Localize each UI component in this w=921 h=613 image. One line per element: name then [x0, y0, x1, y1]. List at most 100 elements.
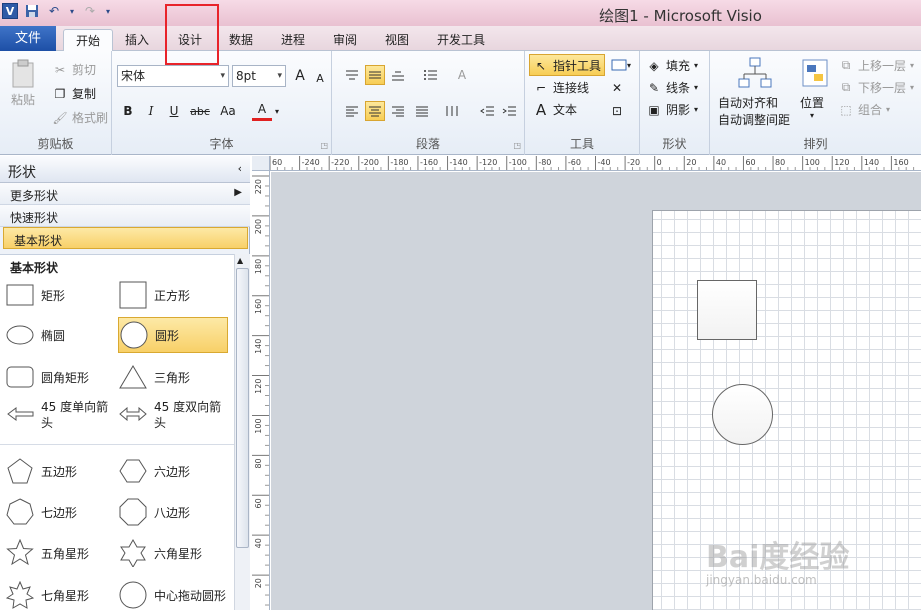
- scrollbar-thumb[interactable]: [236, 268, 249, 548]
- connector-button[interactable]: ⌐ 连接线: [533, 79, 589, 96]
- stencil-scrollbar[interactable]: ▲: [234, 254, 250, 610]
- align-bottom-icon[interactable]: [388, 65, 408, 85]
- canvas-square-shape[interactable]: [697, 280, 757, 340]
- position-label: 位置: [800, 96, 825, 110]
- align-top-icon[interactable]: [342, 65, 362, 85]
- more-shapes-item[interactable]: 更多形状 ▶: [0, 183, 250, 205]
- justify-icon[interactable]: [412, 101, 432, 121]
- italic-button[interactable]: I: [141, 101, 161, 121]
- auto-align-button[interactable]: 自动对齐和: [718, 94, 778, 111]
- tab-data[interactable]: 数据: [217, 29, 265, 51]
- align-center-icon[interactable]: [365, 101, 385, 121]
- connection-point-icon[interactable]: ✕: [607, 78, 627, 98]
- shape-item-octagon[interactable]: 八边形: [118, 494, 228, 530]
- bring-forward-icon: ⧉: [841, 58, 851, 72]
- shape-item-rounded-rectangle[interactable]: 圆角矩形: [5, 359, 115, 395]
- shapes-panel-title: 形状: [8, 165, 36, 181]
- crop-icon[interactable]: ⊡: [607, 101, 627, 121]
- paste-button[interactable]: 粘贴: [10, 59, 36, 108]
- position-button[interactable]: 位置 ▾: [800, 94, 824, 120]
- tab-insert[interactable]: 插入: [113, 29, 161, 51]
- shape-item-hexagon[interactable]: 六边形: [118, 453, 228, 489]
- change-case-button[interactable]: Aa: [215, 101, 241, 121]
- hexagon-icon: [118, 456, 148, 486]
- basic-shapes-item[interactable]: 基本形状: [3, 227, 248, 249]
- ruler-label: -240: [302, 158, 320, 167]
- align-left-icon[interactable]: [342, 101, 362, 121]
- cut-button[interactable]: ✂ 剪切: [52, 61, 96, 78]
- dialog-launcher-icon[interactable]: ◳: [513, 141, 521, 150]
- chevron-down-icon[interactable]: ▾: [272, 101, 282, 121]
- format-painter-button[interactable]: 🖌 格式刷: [52, 109, 108, 126]
- shape-item-pentagon[interactable]: 五边形: [5, 453, 115, 489]
- shape-item-label: 七边形: [41, 505, 78, 520]
- grow-font-icon[interactable]: A: [290, 66, 310, 86]
- group-button[interactable]: ⬚ 组合 ▾: [838, 101, 890, 118]
- strikethrough-button[interactable]: abc: [188, 101, 212, 121]
- tools-group-label: 工具: [569, 137, 594, 151]
- scroll-up-icon[interactable]: ▲: [237, 256, 243, 265]
- quick-shapes-item[interactable]: 快速形状: [0, 205, 250, 227]
- increase-indent-icon[interactable]: [499, 101, 519, 121]
- ruler-label: 60: [745, 158, 755, 167]
- send-backward-button[interactable]: ⧉ 下移一层 ▾: [838, 79, 914, 96]
- shape-item-label: 圆角矩形: [41, 370, 90, 385]
- align-right-icon[interactable]: [388, 101, 408, 121]
- bold-button[interactable]: B: [118, 101, 138, 121]
- font-family-select[interactable]: 宋体 ▾: [117, 65, 229, 87]
- line-button[interactable]: ✎ 线条 ▾: [646, 79, 698, 96]
- shape-item-triangle[interactable]: 三角形: [118, 359, 228, 395]
- pointer-tool-button[interactable]: ↖ 指针工具: [533, 57, 601, 74]
- text-direction-icon[interactable]: A: [452, 65, 472, 85]
- shape-item-circle[interactable]: 圆形: [118, 317, 228, 353]
- shape-item-single-arrow[interactable]: 45 度单向箭头: [5, 399, 115, 439]
- shape-item-square[interactable]: 正方形: [118, 277, 228, 313]
- shape-item-star6[interactable]: 六角星形: [118, 535, 228, 571]
- shape-item-star7[interactable]: 七角星形: [5, 577, 115, 613]
- shape-item-star5[interactable]: 五角星形: [5, 535, 115, 571]
- tab-process[interactable]: 进程: [269, 29, 317, 51]
- shape-item-rectangle[interactable]: 矩形: [5, 277, 115, 313]
- font-size-select[interactable]: 8pt ▾: [232, 65, 286, 87]
- heptagon-icon: [5, 497, 35, 527]
- distribute-icon[interactable]: [442, 101, 462, 121]
- bullets-icon[interactable]: [420, 65, 440, 85]
- align-middle-icon[interactable]: [365, 65, 385, 85]
- text-tool-button[interactable]: A 文本: [533, 101, 577, 119]
- shrink-font-icon[interactable]: A: [310, 68, 330, 88]
- auto-space-button[interactable]: 自动调整间距: [718, 111, 790, 128]
- bring-forward-label: 上移一层: [858, 59, 907, 73]
- tab-view[interactable]: 视图: [373, 29, 421, 51]
- fill-button[interactable]: ◈ 填充 ▾: [646, 57, 698, 74]
- shape-item-label: 圆形: [155, 328, 180, 343]
- shape-item-double-arrow[interactable]: 45 度双向箭头: [118, 399, 228, 439]
- ruler-label: 100: [254, 418, 263, 433]
- tab-home[interactable]: 开始: [63, 29, 114, 52]
- format-painter-label: 格式刷: [72, 111, 109, 125]
- tab-file[interactable]: 文件: [0, 26, 56, 51]
- font-color-button[interactable]: A: [252, 99, 272, 121]
- canvas-circle-shape[interactable]: [712, 384, 773, 445]
- shape-item-label: 五边形: [41, 464, 78, 479]
- square-icon: [118, 280, 148, 310]
- auto-align-label: 自动对齐和: [718, 96, 779, 110]
- tab-developer[interactable]: 开发工具: [425, 29, 497, 51]
- collapse-icon[interactable]: ‹: [238, 162, 242, 175]
- copy-button[interactable]: ❐ 复制: [52, 85, 96, 102]
- underline-button[interactable]: U: [164, 101, 184, 121]
- shadow-button[interactable]: ▣ 阴影 ▾: [646, 101, 698, 118]
- ruler-label: 120: [254, 379, 263, 394]
- ruler-label: 160: [893, 158, 908, 167]
- shape-item-ellipse[interactable]: 椭圆: [5, 317, 115, 353]
- tab-review[interactable]: 审阅: [321, 29, 369, 51]
- decrease-indent-icon[interactable]: [477, 101, 497, 121]
- ruler-label: 60: [254, 498, 263, 508]
- shape-item-center-circle[interactable]: 中心拖动圆形: [118, 577, 228, 613]
- rectangle-tool-icon[interactable]: ▾: [607, 55, 635, 75]
- connector-label: 连接线: [553, 81, 590, 95]
- shape-item-heptagon[interactable]: 七边形: [5, 494, 115, 530]
- ribbon: 粘贴 ✂ 剪切 ❐ 复制 🖌 格式刷 剪贴板 宋体 ▾ 8pt ▾ A A B I U a…: [0, 51, 921, 155]
- dialog-launcher-icon[interactable]: ◳: [320, 141, 328, 150]
- shape-item-label: 椭圆: [41, 328, 66, 343]
- bring-forward-button[interactable]: ⧉ 上移一层 ▾: [838, 57, 914, 74]
